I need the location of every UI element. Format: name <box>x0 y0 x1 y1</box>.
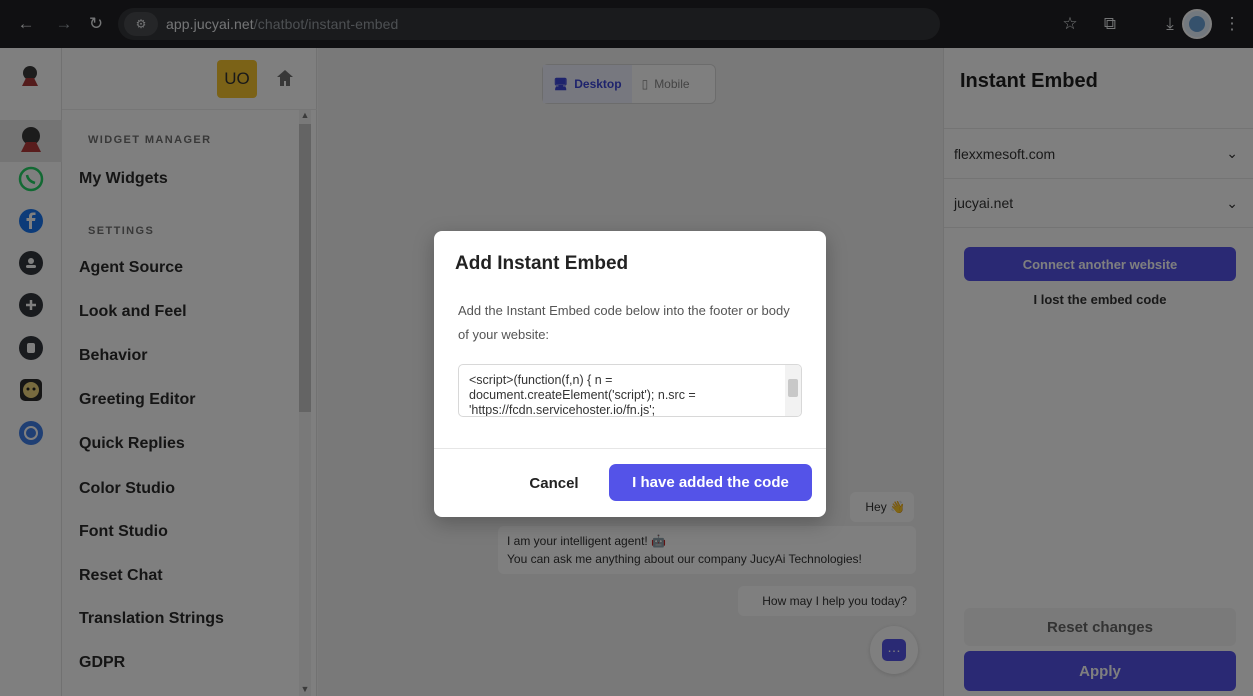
modal-divider <box>434 448 826 449</box>
modal-title: Add Instant Embed <box>455 253 629 274</box>
embed-code-text: <script>(function(f,n) { n = document.cr… <box>469 373 700 417</box>
i-have-added-the-code-button[interactable]: I have added the code <box>609 464 812 501</box>
embed-code-textarea[interactable]: <script>(function(f,n) { n = document.cr… <box>458 364 802 417</box>
code-scrollbar[interactable] <box>785 365 801 416</box>
add-instant-embed-modal: Add Instant Embed Add the Instant Embed … <box>434 231 826 517</box>
code-scroll-thumb[interactable] <box>788 379 798 397</box>
modal-description: Add the Instant Embed code below into th… <box>458 303 790 342</box>
cancel-button[interactable]: Cancel <box>516 466 592 500</box>
